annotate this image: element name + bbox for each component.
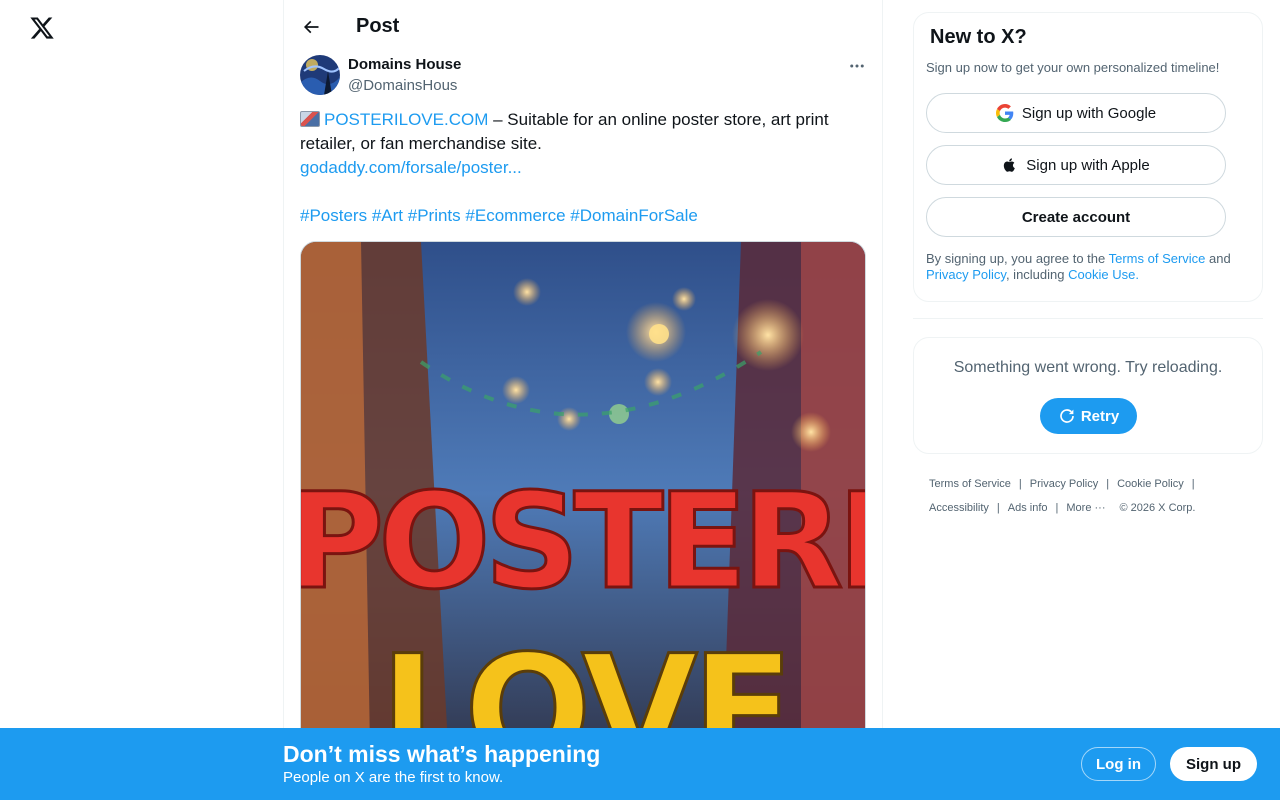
- bottom-bar-title: Don’t miss what’s happening: [283, 741, 601, 767]
- more-options-button[interactable]: [844, 53, 870, 79]
- signup-legal-text: By signing up, you agree to the Terms of…: [926, 251, 1246, 283]
- hashtag-link[interactable]: #Posters: [300, 206, 367, 225]
- author-name[interactable]: Domains House: [348, 55, 461, 74]
- post-text-line1: – Suitable for an online poster store, a…: [488, 110, 829, 129]
- hashtag-link[interactable]: #Ecommerce: [465, 206, 565, 225]
- hashtag-link[interactable]: #DomainForSale: [570, 206, 698, 225]
- cookie-use-link[interactable]: Cookie Use: [1068, 267, 1135, 282]
- google-signup-label: Sign up with Google: [1021, 104, 1157, 122]
- post-image[interactable]: POSTERI LOVE: [300, 241, 866, 800]
- retry-label: Retry: [1080, 407, 1120, 425]
- hashtag-link[interactable]: #Prints: [408, 206, 461, 225]
- footer-links: Terms of Service | Privacy Policy | Cookie P…: [929, 478, 1196, 514]
- refresh-icon: [1058, 407, 1076, 425]
- main-column: Post Domains House @DomainsHous POSTERIL…: [283, 0, 883, 800]
- legal-end: .: [1135, 267, 1139, 282]
- post-url-link[interactable]: godaddy.com/forsale/poster...: [300, 158, 522, 177]
- copyright: © 2026 X Corp.: [1119, 502, 1196, 514]
- post-text: POSTERILOVE.COM – Suitable for an online…: [300, 108, 860, 228]
- error-card: Something went wrong. Try reloading. Ret…: [913, 337, 1263, 454]
- post-author: Domains House @DomainsHous: [300, 55, 870, 97]
- signup-title: New to X?: [930, 26, 1027, 48]
- sidebar-divider: [913, 318, 1263, 319]
- bottom-signup-bar: Don’t miss what’s happening People on X …: [0, 728, 1280, 800]
- legal-prefix: By signing up, you agree to the: [926, 251, 1109, 266]
- apple-icon: [1002, 156, 1018, 174]
- author-handle[interactable]: @DomainsHous: [348, 76, 457, 95]
- image-title-line1: POSTERI: [301, 465, 866, 619]
- signup-subtitle: Sign up now to get your own personalized…: [926, 60, 1220, 75]
- apple-signup-label: Sign up with Apple: [1026, 156, 1150, 174]
- more-horizontal-icon: [850, 64, 864, 68]
- privacy-link[interactable]: Privacy Policy: [926, 267, 1006, 282]
- footer-link-privacy[interactable]: Privacy Policy: [1030, 478, 1098, 490]
- footer-link-cookie[interactable]: Cookie Policy: [1117, 478, 1184, 490]
- create-account-button[interactable]: Create account: [926, 197, 1226, 237]
- bottom-bar-subtitle: People on X are the first to know.: [283, 769, 504, 786]
- apple-signup-button[interactable]: Sign up with Apple: [926, 145, 1226, 185]
- domain-link[interactable]: POSTERILOVE.COM: [324, 110, 488, 129]
- post-text-line2: retailer, or fan merchandise site.: [300, 134, 542, 153]
- back-button[interactable]: [296, 12, 326, 42]
- avatar[interactable]: [300, 55, 340, 95]
- retry-button[interactable]: Retry: [1040, 398, 1137, 434]
- legal-including: , including: [1005, 267, 1069, 282]
- x-logo-icon[interactable]: [29, 14, 55, 42]
- footer-link-more[interactable]: More ···: [1066, 502, 1105, 514]
- google-icon: [995, 104, 1014, 122]
- login-button[interactable]: Log in: [1081, 747, 1156, 781]
- post-header: Post: [284, 0, 884, 53]
- google-signup-button[interactable]: Sign up with Google: [926, 93, 1226, 133]
- signup-button[interactable]: Sign up: [1170, 747, 1257, 781]
- error-message: Something went wrong. Try reloading.: [953, 359, 1223, 376]
- framed-picture-icon: [300, 111, 320, 127]
- footer-link-ads-info[interactable]: Ads info: [1008, 502, 1048, 514]
- footer-link-accessibility[interactable]: Accessibility: [929, 502, 989, 514]
- arrow-left-icon: [303, 20, 319, 34]
- legal-and: and: [1205, 251, 1231, 266]
- hashtag-row: #Posters #Art #Prints #Ecommerce #Domain…: [300, 204, 860, 228]
- hashtag-link[interactable]: #Art: [372, 206, 403, 225]
- page-title: Post: [356, 15, 400, 37]
- footer-link-terms[interactable]: Terms of Service: [929, 478, 1011, 490]
- terms-link[interactable]: Terms of Service: [1109, 251, 1206, 266]
- signup-card: New to X? Sign up now to get your own pe…: [913, 12, 1263, 302]
